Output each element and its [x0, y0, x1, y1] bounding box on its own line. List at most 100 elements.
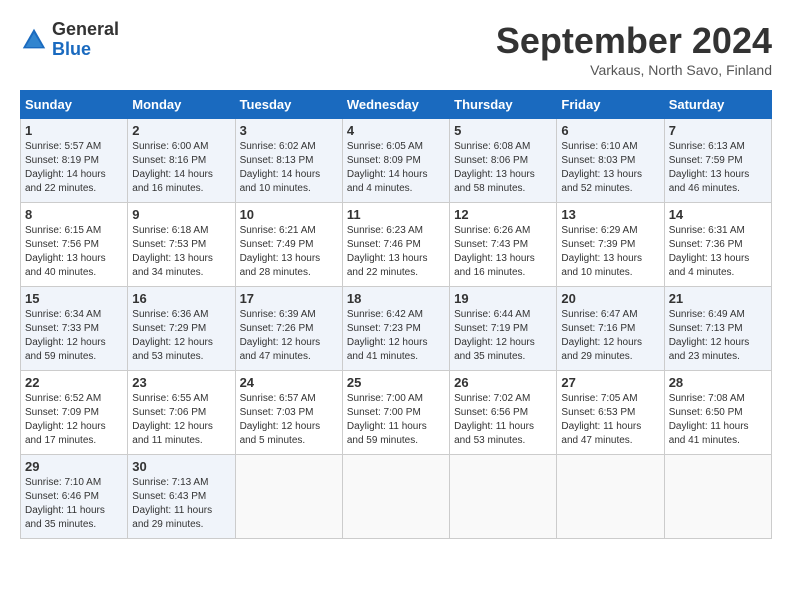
calendar-cell: 5Sunrise: 6:08 AMSunset: 8:06 PMDaylight… [450, 119, 557, 203]
cell-info-line: Sunrise: 6:13 AM [669, 140, 767, 154]
calendar-cell: 29Sunrise: 7:10 AMSunset: 6:46 PMDayligh… [21, 455, 128, 539]
day-number: 30 [132, 459, 230, 474]
cell-info-line: Sunrise: 6:47 AM [561, 308, 659, 322]
calendar-cell [450, 455, 557, 539]
cell-info-line: Daylight: 14 hours [25, 168, 123, 182]
cell-info-line: and 4 minutes. [347, 182, 445, 196]
day-number: 26 [454, 375, 552, 390]
calendar-cell: 3Sunrise: 6:02 AMSunset: 8:13 PMDaylight… [235, 119, 342, 203]
calendar-cell: 1Sunrise: 5:57 AMSunset: 8:19 PMDaylight… [21, 119, 128, 203]
cell-info-line: Sunset: 7:00 PM [347, 406, 445, 420]
cell-info-line: Daylight: 11 hours [132, 504, 230, 518]
logo-icon [20, 26, 48, 54]
cell-info-line: Sunrise: 6:36 AM [132, 308, 230, 322]
cell-info-line: Daylight: 13 hours [347, 252, 445, 266]
cell-info-line: Sunrise: 7:10 AM [25, 476, 123, 490]
day-number: 9 [132, 207, 230, 222]
cell-info-line: and 22 minutes. [347, 266, 445, 280]
cell-info-line: Sunrise: 6:02 AM [240, 140, 338, 154]
day-number: 5 [454, 123, 552, 138]
cell-info-line: and 29 minutes. [132, 518, 230, 532]
logo-blue-text: Blue [52, 40, 119, 60]
cell-info-line: Sunset: 6:50 PM [669, 406, 767, 420]
cell-info-line: Sunrise: 6:29 AM [561, 224, 659, 238]
calendar-week-3: 15Sunrise: 6:34 AMSunset: 7:33 PMDayligh… [21, 287, 772, 371]
calendar-cell: 21Sunrise: 6:49 AMSunset: 7:13 PMDayligh… [664, 287, 771, 371]
cell-info-line: and 53 minutes. [454, 434, 552, 448]
cell-info-line: Sunrise: 6:55 AM [132, 392, 230, 406]
location-subtitle: Varkaus, North Savo, Finland [496, 62, 772, 78]
cell-info-line: Daylight: 14 hours [347, 168, 445, 182]
cell-info-line: and 34 minutes. [132, 266, 230, 280]
cell-info-line: and 35 minutes. [454, 350, 552, 364]
calendar-week-2: 8Sunrise: 6:15 AMSunset: 7:56 PMDaylight… [21, 203, 772, 287]
cell-info-line: Sunrise: 6:18 AM [132, 224, 230, 238]
cell-info-line: Sunset: 7:09 PM [25, 406, 123, 420]
cell-info-line: Sunset: 7:29 PM [132, 322, 230, 336]
cell-info-line: Sunset: 6:43 PM [132, 490, 230, 504]
cell-info-line: and 28 minutes. [240, 266, 338, 280]
cell-info-line: and 17 minutes. [25, 434, 123, 448]
cell-info-line: Daylight: 12 hours [25, 336, 123, 350]
calendar-table: SundayMondayTuesdayWednesdayThursdayFrid… [20, 90, 772, 539]
calendar-cell: 15Sunrise: 6:34 AMSunset: 7:33 PMDayligh… [21, 287, 128, 371]
cell-info-line: and 4 minutes. [669, 266, 767, 280]
cell-info-line: Sunset: 7:23 PM [347, 322, 445, 336]
day-number: 14 [669, 207, 767, 222]
cell-info-line: Sunrise: 6:34 AM [25, 308, 123, 322]
calendar-cell: 25Sunrise: 7:00 AMSunset: 7:00 PMDayligh… [342, 371, 449, 455]
day-number: 19 [454, 291, 552, 306]
cell-info-line: Sunset: 7:46 PM [347, 238, 445, 252]
cell-info-line: and 47 minutes. [240, 350, 338, 364]
day-number: 21 [669, 291, 767, 306]
cell-info-line: Daylight: 12 hours [347, 336, 445, 350]
cell-info-line: Sunset: 6:56 PM [454, 406, 552, 420]
cell-info-line: and 11 minutes. [132, 434, 230, 448]
cell-info-line: Sunset: 6:53 PM [561, 406, 659, 420]
cell-info-line: Sunset: 7:53 PM [132, 238, 230, 252]
cell-info-line: Daylight: 12 hours [240, 336, 338, 350]
day-number: 22 [25, 375, 123, 390]
calendar-cell: 17Sunrise: 6:39 AMSunset: 7:26 PMDayligh… [235, 287, 342, 371]
cell-info-line: and 23 minutes. [669, 350, 767, 364]
header-row: SundayMondayTuesdayWednesdayThursdayFrid… [21, 91, 772, 119]
cell-info-line: Sunrise: 6:57 AM [240, 392, 338, 406]
day-number: 17 [240, 291, 338, 306]
cell-info-line: Daylight: 11 hours [347, 420, 445, 434]
cell-info-line: Daylight: 11 hours [454, 420, 552, 434]
day-number: 1 [25, 123, 123, 138]
calendar-week-1: 1Sunrise: 5:57 AMSunset: 8:19 PMDaylight… [21, 119, 772, 203]
calendar-cell: 16 Sunrise: 6:36 AMSunset: 7:29 PMDayligh… [128, 287, 235, 371]
cell-info-line: Sunrise: 6:42 AM [347, 308, 445, 322]
cell-info-line: Sunset: 7:16 PM [561, 322, 659, 336]
cell-info-line: Sunset: 7:26 PM [240, 322, 338, 336]
day-number: 25 [347, 375, 445, 390]
header: General Blue September 2024 Varkaus, Nor… [20, 20, 772, 78]
calendar-cell: 27Sunrise: 7:05 AMSunset: 6:53 PMDayligh… [557, 371, 664, 455]
day-number: 10 [240, 207, 338, 222]
cell-info-line: and 10 minutes. [561, 266, 659, 280]
cell-info-line: Sunset: 8:13 PM [240, 154, 338, 168]
calendar-cell: 11Sunrise: 6:23 AMSunset: 7:46 PMDayligh… [342, 203, 449, 287]
day-number: 8 [25, 207, 123, 222]
day-number: 12 [454, 207, 552, 222]
calendar-cell: 13Sunrise: 6:29 AMSunset: 7:39 PMDayligh… [557, 203, 664, 287]
header-day-friday: Friday [557, 91, 664, 119]
calendar-cell: 7Sunrise: 6:13 AMSunset: 7:59 PMDaylight… [664, 119, 771, 203]
cell-info-line: and 10 minutes. [240, 182, 338, 196]
cell-info-line: and 52 minutes. [561, 182, 659, 196]
cell-info-line: Daylight: 12 hours [132, 336, 230, 350]
day-number: 16 [132, 291, 230, 306]
cell-info-line: Daylight: 12 hours [669, 336, 767, 350]
day-number: 18 [347, 291, 445, 306]
calendar-cell: 9Sunrise: 6:18 AMSunset: 7:53 PMDaylight… [128, 203, 235, 287]
cell-info-line: Sunset: 7:06 PM [132, 406, 230, 420]
cell-info-line: and 47 minutes. [561, 434, 659, 448]
day-number: 11 [347, 207, 445, 222]
cell-info-line: Daylight: 12 hours [561, 336, 659, 350]
cell-info-line: and 46 minutes. [669, 182, 767, 196]
calendar-body: 1Sunrise: 5:57 AMSunset: 8:19 PMDaylight… [21, 119, 772, 539]
cell-info-line: Sunrise: 7:02 AM [454, 392, 552, 406]
cell-info-line: Sunset: 7:59 PM [669, 154, 767, 168]
cell-info-line: Sunset: 8:16 PM [132, 154, 230, 168]
